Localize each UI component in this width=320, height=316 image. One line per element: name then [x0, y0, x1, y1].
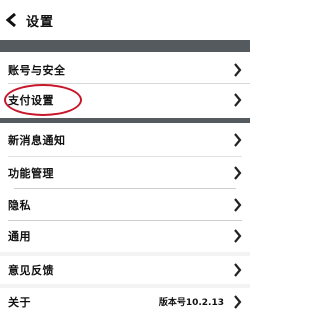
section-divider [0, 40, 250, 52]
page-title: 设置 [26, 15, 55, 30]
menu-item-label: 意见反馈 [8, 264, 54, 277]
menu-item-feature-management[interactable]: 功能管理 [0, 159, 250, 187]
version-number: 版本号10.2.13 [158, 298, 224, 308]
menu-item-label: 账号与安全 [8, 64, 66, 77]
divider [8, 83, 250, 84]
chevron-right-icon [234, 198, 242, 212]
menu-item-label: 新消息通知 [8, 134, 66, 147]
chevron-right-icon [234, 229, 242, 243]
chevron-right-icon [234, 93, 242, 107]
divider [8, 156, 242, 157]
menu-item-feedback[interactable]: 意见反馈 [0, 256, 250, 284]
menu-item-about[interactable]: 关于 版本号10.2.13 [0, 288, 250, 316]
chevron-right-icon [234, 63, 242, 77]
chevron-right-icon [234, 133, 242, 147]
chevron-right-icon [234, 295, 242, 309]
divider [8, 220, 242, 221]
divider [14, 188, 236, 189]
chevron-left-icon[interactable] [5, 12, 19, 28]
section-divider [0, 118, 250, 123]
menu-item-account-security[interactable]: 账号与安全 [0, 56, 250, 84]
menu-item-label: 通用 [8, 230, 31, 243]
chevron-right-icon [234, 166, 242, 180]
menu-item-label: 关于 [8, 296, 31, 309]
chevron-right-icon [234, 263, 242, 277]
menu-item-label: 隐私 [8, 199, 31, 212]
menu-item-label: 支付设置 [8, 94, 54, 107]
menu-item-general[interactable]: 通用 [0, 222, 250, 250]
top-bar: 设置 [0, 0, 250, 38]
menu-item-payment-settings[interactable]: 支付设置 [0, 86, 250, 114]
menu-item-new-message-notification[interactable]: 新消息通知 [0, 126, 250, 154]
menu-item-label: 功能管理 [8, 167, 54, 180]
menu-item-privacy[interactable]: 隐私 [0, 191, 250, 219]
